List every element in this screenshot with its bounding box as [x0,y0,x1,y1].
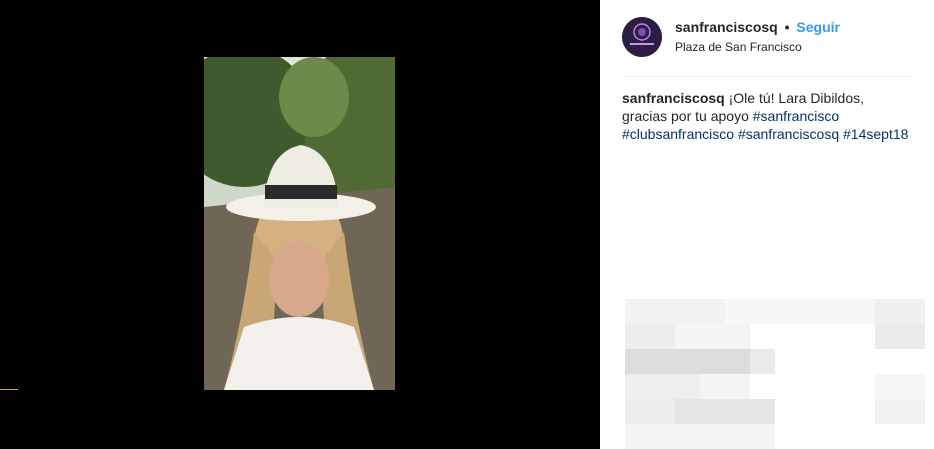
pixelated-content [600,299,934,449]
video-player[interactable] [0,0,600,449]
brand-logo-icon [622,17,662,57]
post-sidebar: sanfranciscosq • Seguir Plaza de San Fra… [600,0,934,449]
separator-dot: • [784,19,790,35]
hashtag-link[interactable]: #clubsanfrancisco [622,126,734,142]
location-link[interactable]: Plaza de San Francisco [675,40,802,54]
username-link[interactable]: sanfranciscosq [675,19,778,35]
follow-button[interactable]: Seguir [796,19,840,35]
avatar[interactable] [622,17,662,57]
hashtag-link[interactable]: #sanfranciscosq [738,126,839,142]
caption-author-link[interactable]: sanfranciscosq [622,90,725,106]
video-frame[interactable] [204,57,395,390]
hashtag-link[interactable]: #sanfrancisco [753,108,839,124]
hashtag-link[interactable]: #14sept18 [843,126,908,142]
divider [622,76,910,77]
video-still [204,57,395,390]
post-caption: sanfranciscosq ¡Ole tú! Lara Dibildos, g… [622,89,912,143]
post-header: sanfranciscosq • Seguir Plaza de San Fra… [622,15,912,61]
video-progress-indicator [0,389,18,390]
